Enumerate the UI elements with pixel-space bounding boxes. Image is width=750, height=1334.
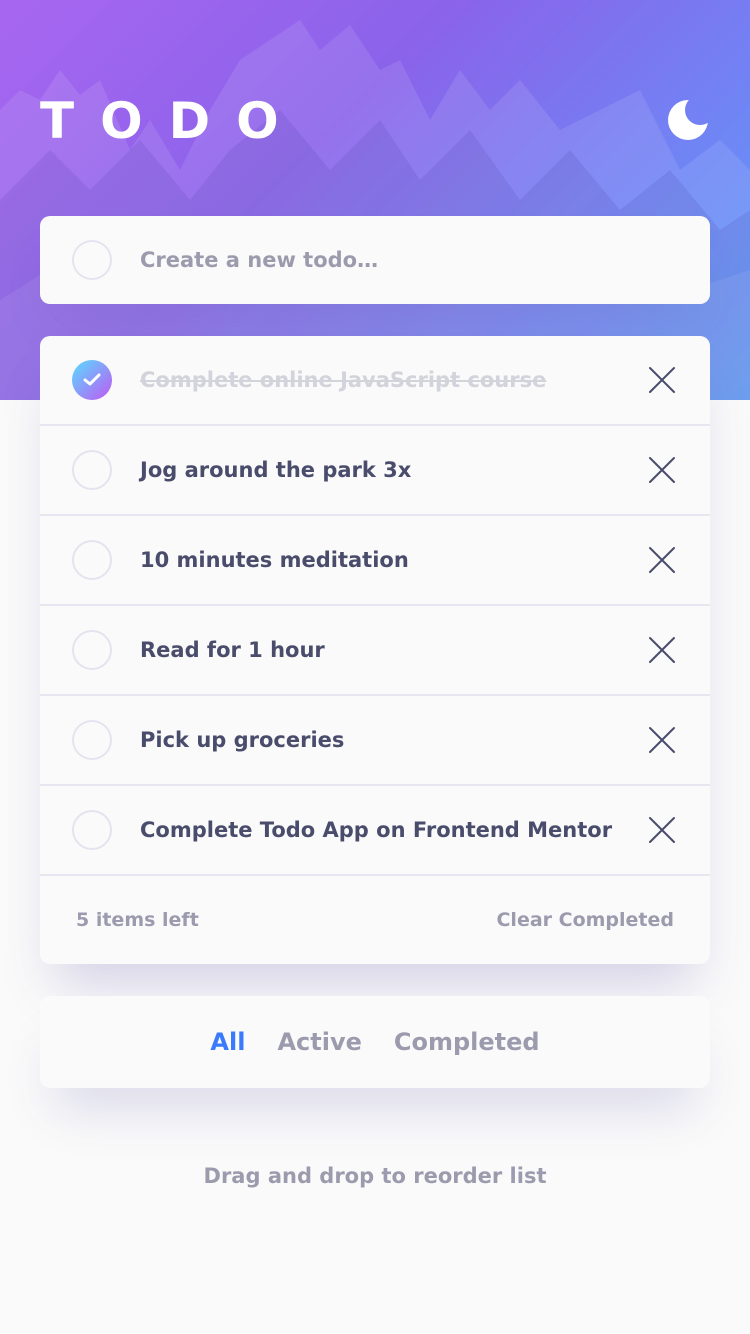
delete-button[interactable] [644,722,680,758]
list-footer: 5 items left Clear Completed [40,876,710,964]
todo-text: Pick up groceries [140,728,345,752]
cross-icon [649,817,675,843]
delete-button[interactable] [644,362,680,398]
filter-all[interactable]: All [210,1028,245,1056]
todo-item[interactable]: Read for 1 hour [40,606,710,696]
check-icon [83,373,101,386]
todo-list: Complete online JavaScript course Jog ar… [40,336,710,964]
todo-checkbox-checked[interactable] [72,360,112,400]
todo-text: Complete Todo App on Frontend Mentor [140,818,613,842]
new-todo-input[interactable] [140,238,680,282]
delete-button[interactable] [644,812,680,848]
filter-bar: All Active Completed [40,996,710,1088]
app-title: TODO [40,92,305,150]
todo-checkbox[interactable] [72,540,112,580]
todo-checkbox[interactable] [72,720,112,760]
todo-item[interactable]: Jog around the park 3x [40,426,710,516]
todo-item[interactable]: 10 minutes meditation [40,516,710,606]
new-todo-checkbox[interactable] [72,240,112,280]
new-todo-card [40,216,710,304]
todo-checkbox[interactable] [72,810,112,850]
filter-completed[interactable]: Completed [394,1028,540,1056]
todo-checkbox[interactable] [72,630,112,670]
reorder-hint: Drag and drop to reorder list [203,1164,547,1188]
todo-text: 10 minutes meditation [140,548,409,572]
filter-active[interactable]: Active [277,1028,361,1056]
cross-icon [649,367,675,393]
todo-item[interactable]: Pick up groceries [40,696,710,786]
cross-icon [649,547,675,573]
todo-item[interactable]: Complete Todo App on Frontend Mentor [40,786,710,876]
items-left-count: 5 items left [76,909,199,931]
cross-icon [649,637,675,663]
todo-text: Jog around the park 3x [140,458,412,482]
clear-completed-button[interactable]: Clear Completed [496,876,674,964]
cross-icon [649,457,675,483]
theme-toggle-button[interactable] [664,96,714,146]
todo-checkbox[interactable] [72,450,112,490]
delete-button[interactable] [644,542,680,578]
moon-icon [668,100,708,140]
cross-icon [649,727,675,753]
todo-text: Complete online JavaScript course [140,368,547,392]
delete-button[interactable] [644,632,680,668]
delete-button[interactable] [644,452,680,488]
todo-item[interactable]: Complete online JavaScript course [40,336,710,426]
todo-text: Read for 1 hour [140,638,325,662]
